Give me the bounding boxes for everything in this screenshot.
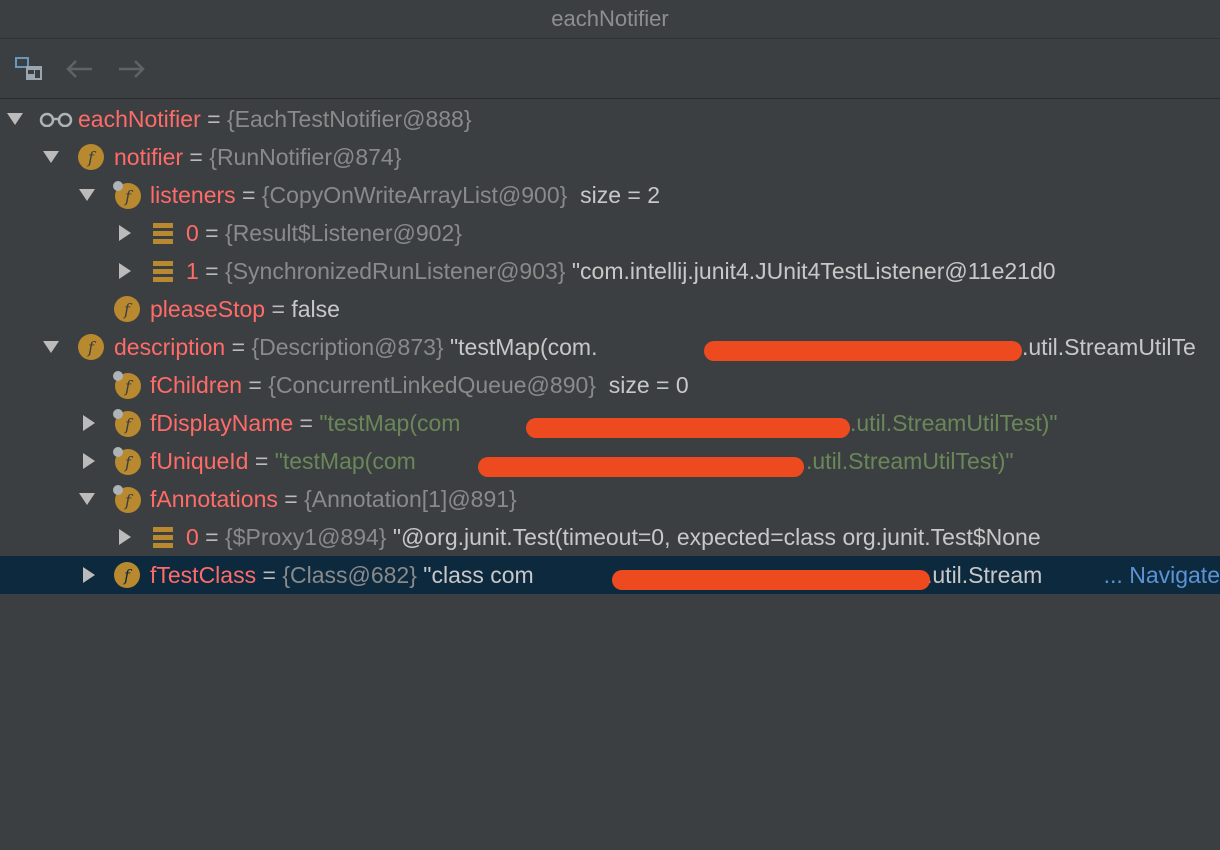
variable-value: size = 2 bbox=[567, 182, 661, 208]
tree-row-notifier[interactable]: f notifier = {RunNotifier@874} bbox=[0, 138, 1220, 176]
back-button[interactable] bbox=[62, 52, 96, 86]
redaction-mark bbox=[478, 457, 804, 477]
variable-name: description bbox=[114, 334, 226, 360]
variable-type: {RunNotifier@874} bbox=[209, 144, 402, 170]
variable-name: eachNotifier bbox=[78, 106, 201, 132]
variable-type: {Annotation[1]@891} bbox=[304, 486, 517, 512]
variable-value-suffix: .util.StreamUtilTe bbox=[1022, 334, 1196, 360]
string-value: "testMap(com bbox=[319, 410, 461, 436]
variables-tree[interactable]: eachNotifier = {EachTestNotifier@888} f … bbox=[0, 100, 1220, 850]
field-final-icon: f bbox=[112, 366, 142, 404]
array-element-icon bbox=[148, 252, 178, 290]
restore-layout-icon bbox=[15, 57, 42, 80]
field-icon: f bbox=[76, 328, 106, 366]
element-index: 0 bbox=[186, 524, 199, 550]
expand-arrow-right-icon[interactable] bbox=[78, 404, 100, 442]
expand-arrow-down-icon[interactable] bbox=[4, 100, 26, 138]
forward-arrow-icon bbox=[119, 60, 145, 78]
field-final-icon: f bbox=[112, 404, 142, 442]
window-title: eachNotifier bbox=[0, 0, 1220, 39]
element-index: 1 bbox=[186, 258, 199, 284]
redaction-mark bbox=[612, 570, 930, 590]
tree-row-listener-1[interactable]: 1 = {SynchronizedRunListener@903} "com.i… bbox=[0, 252, 1220, 290]
variable-value: false bbox=[291, 296, 340, 322]
variable-type: {$Proxy1@894} bbox=[225, 524, 387, 550]
tree-row-fannotations[interactable]: f fAnnotations = {Annotation[1]@891} bbox=[0, 480, 1220, 518]
tree-row-annotation-0[interactable]: 0 = {$Proxy1@894} "@org.junit.Test(timeo… bbox=[0, 518, 1220, 556]
tree-row-listeners[interactable]: f listeners = {CopyOnWriteArrayList@900}… bbox=[0, 176, 1220, 214]
array-element-icon bbox=[148, 214, 178, 252]
variable-type: {Result$Listener@902} bbox=[225, 220, 462, 246]
expand-arrow-down-icon[interactable] bbox=[76, 176, 98, 214]
expand-arrow-right-icon[interactable] bbox=[114, 252, 136, 290]
watch-glasses-icon bbox=[38, 100, 74, 138]
tree-row-fdisplayname[interactable]: f fDisplayName = "testMap(com .util.Stre… bbox=[0, 404, 1220, 442]
redaction-mark bbox=[526, 418, 850, 438]
variable-type: {Description@873} bbox=[251, 334, 444, 360]
redaction-mark bbox=[704, 341, 1022, 361]
field-icon: f bbox=[112, 556, 142, 594]
tree-row-description[interactable]: f description = {Description@873} "testM… bbox=[0, 328, 1220, 366]
variable-value: "com.intellij.junit4.JUnit4TestListener@… bbox=[565, 258, 1056, 284]
field-final-icon: f bbox=[112, 480, 142, 518]
array-element-icon bbox=[148, 518, 178, 556]
variable-name: fTestClass bbox=[150, 562, 257, 588]
variable-name: listeners bbox=[150, 182, 236, 208]
variable-name: fUniqueId bbox=[150, 448, 249, 474]
debugger-toolbar bbox=[0, 40, 1220, 99]
variable-value-suffix: .util.Stream bbox=[926, 562, 1043, 588]
variable-name: fAnnotations bbox=[150, 486, 278, 512]
variable-type: {EachTestNotifier@888} bbox=[226, 106, 472, 132]
field-icon: f bbox=[76, 138, 106, 176]
element-index: 0 bbox=[186, 220, 199, 246]
back-arrow-icon bbox=[66, 60, 92, 78]
variable-name: fChildren bbox=[150, 372, 243, 398]
tree-row-ftestclass[interactable]: f fTestClass = {Class@682} "class com .u… bbox=[0, 556, 1220, 594]
tree-row-fchildren[interactable]: f fChildren = {ConcurrentLinkedQueue@890… bbox=[0, 366, 1220, 404]
variable-name: pleaseStop bbox=[150, 296, 266, 322]
field-icon: f bbox=[112, 290, 142, 328]
expand-arrow-down-icon[interactable] bbox=[40, 138, 62, 176]
expand-arrow-right-icon[interactable] bbox=[78, 442, 100, 480]
variable-value: "testMap(com. bbox=[443, 334, 598, 360]
expand-arrow-right-icon[interactable] bbox=[78, 556, 100, 594]
variable-type: {Class@682} bbox=[282, 562, 417, 588]
expand-arrow-right-icon[interactable] bbox=[114, 518, 136, 556]
expand-arrow-right-icon[interactable] bbox=[114, 214, 136, 252]
expand-arrow-down-icon[interactable] bbox=[40, 328, 62, 366]
field-final-icon: f bbox=[112, 176, 142, 214]
variable-value: size = 0 bbox=[595, 372, 689, 398]
string-value: "testMap(com bbox=[274, 448, 416, 474]
variable-name: fDisplayName bbox=[150, 410, 294, 436]
variable-value: "class com bbox=[416, 562, 534, 588]
tree-row-funiqueid[interactable]: f fUniqueId = "testMap(com .util.StreamU… bbox=[0, 442, 1220, 480]
field-final-icon: f bbox=[112, 442, 142, 480]
expand-arrow-down-icon[interactable] bbox=[76, 480, 98, 518]
tree-row-listener-0[interactable]: 0 = {Result$Listener@902} bbox=[0, 214, 1220, 252]
variable-value: "@org.junit.Test(timeout=0, expected=cla… bbox=[386, 524, 1041, 550]
variable-name: notifier bbox=[114, 144, 184, 170]
tree-row-eachnotifier[interactable]: eachNotifier = {EachTestNotifier@888} bbox=[0, 100, 1220, 138]
variable-type: {CopyOnWriteArrayList@900} bbox=[261, 182, 568, 208]
navigate-link[interactable]: ... Navigate bbox=[1097, 556, 1220, 594]
forward-button[interactable] bbox=[115, 52, 149, 86]
restore-layout-button[interactable] bbox=[12, 52, 46, 86]
tree-row-pleasestop[interactable]: f pleaseStop = false bbox=[0, 290, 1220, 328]
variable-type: {ConcurrentLinkedQueue@890} bbox=[268, 372, 596, 398]
string-value-suffix: .util.StreamUtilTest)" bbox=[850, 410, 1058, 436]
variable-type: {SynchronizedRunListener@903} bbox=[225, 258, 566, 284]
string-value-suffix: .util.StreamUtilTest)" bbox=[806, 448, 1014, 474]
